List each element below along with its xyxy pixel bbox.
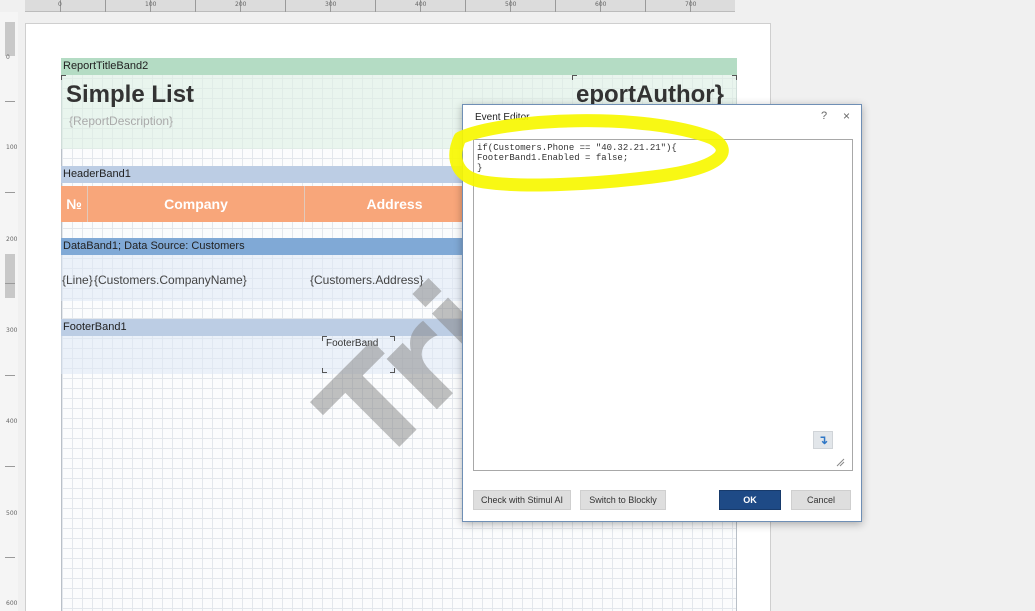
- ruler-label: 700: [685, 1, 697, 8]
- insert-expression-icon[interactable]: ↴: [813, 431, 833, 449]
- selection-corner: [61, 75, 66, 80]
- footer-band-text[interactable]: FooterBand: [326, 338, 378, 349]
- close-icon[interactable]: ×: [843, 109, 850, 123]
- ruler-label: 500: [505, 1, 517, 8]
- switch-to-blockly-button[interactable]: Switch to Blockly: [580, 490, 666, 510]
- data-field-company-name[interactable]: {Customers.CompanyName}: [94, 273, 247, 287]
- code-editor[interactable]: if(Customers.Phone == "40.32.21.21"){ Fo…: [473, 139, 853, 471]
- ruler-tick: [645, 0, 646, 12]
- selection-corner: [322, 336, 327, 341]
- ruler-tick: [465, 0, 466, 12]
- ruler-tick: [5, 192, 15, 193]
- data-field-line[interactable]: {Line}: [62, 273, 93, 287]
- ok-button[interactable]: OK: [719, 490, 781, 510]
- ruler-tick: [375, 0, 376, 12]
- ruler-label: 600: [595, 1, 607, 8]
- resize-grip-icon[interactable]: [835, 457, 845, 467]
- ruler-label: 0: [6, 54, 10, 61]
- ruler-label: 100: [145, 1, 157, 8]
- ruler-tick: [5, 283, 15, 284]
- selection-corner: [732, 75, 737, 80]
- header-cell-address[interactable]: Address: [305, 186, 485, 222]
- dialog-title: Event Editor: [475, 112, 530, 123]
- check-with-ai-button[interactable]: Check with Stimul AI: [473, 490, 571, 510]
- cancel-button[interactable]: Cancel: [791, 490, 851, 510]
- ruler-tick: [285, 0, 286, 12]
- ruler-tick: [5, 557, 15, 558]
- top-ruler: 0 100 200 300 400 500 600 700: [25, 0, 735, 12]
- selection-corner: [390, 368, 395, 373]
- ruler-tick: [195, 0, 196, 12]
- ruler-label: 600: [6, 600, 18, 607]
- ruler-label: 300: [6, 327, 18, 334]
- header-cell-company[interactable]: Company: [88, 186, 305, 222]
- selection-corner: [322, 368, 327, 373]
- report-description-text[interactable]: {ReportDescription}: [69, 114, 173, 128]
- ruler-label: 100: [6, 144, 18, 151]
- ruler-tick: [105, 0, 106, 12]
- ruler-label: 200: [235, 1, 247, 8]
- ruler-label: 200: [6, 236, 18, 243]
- ruler-tick: [5, 466, 15, 467]
- ruler-label: 400: [6, 418, 18, 425]
- ruler-tick: [5, 375, 15, 376]
- ruler-label: 0: [58, 1, 62, 8]
- event-editor-dialog[interactable]: Event Editor ? × if(Customers.Phone == "…: [462, 104, 862, 522]
- left-ruler: 0 100 200 300 400 500 600: [0, 12, 18, 611]
- ruler-scroll-thumb[interactable]: [5, 254, 15, 298]
- ruler-tick: [555, 0, 556, 12]
- ruler-label: 300: [325, 1, 337, 8]
- data-field-address[interactable]: {Customers.Address}: [310, 273, 423, 287]
- selection-corner: [390, 336, 395, 341]
- header-cell-number[interactable]: №: [61, 186, 88, 222]
- ruler-label: 500: [6, 510, 18, 517]
- ruler-scroll-thumb[interactable]: [5, 22, 15, 56]
- ruler-label: 400: [415, 1, 427, 8]
- report-title-band-header[interactable]: ReportTitleBand2: [61, 58, 737, 75]
- selection-corner: [572, 75, 577, 80]
- ruler-tick: [5, 101, 15, 102]
- help-icon[interactable]: ?: [821, 110, 827, 122]
- report-title-text[interactable]: Simple List: [66, 81, 194, 109]
